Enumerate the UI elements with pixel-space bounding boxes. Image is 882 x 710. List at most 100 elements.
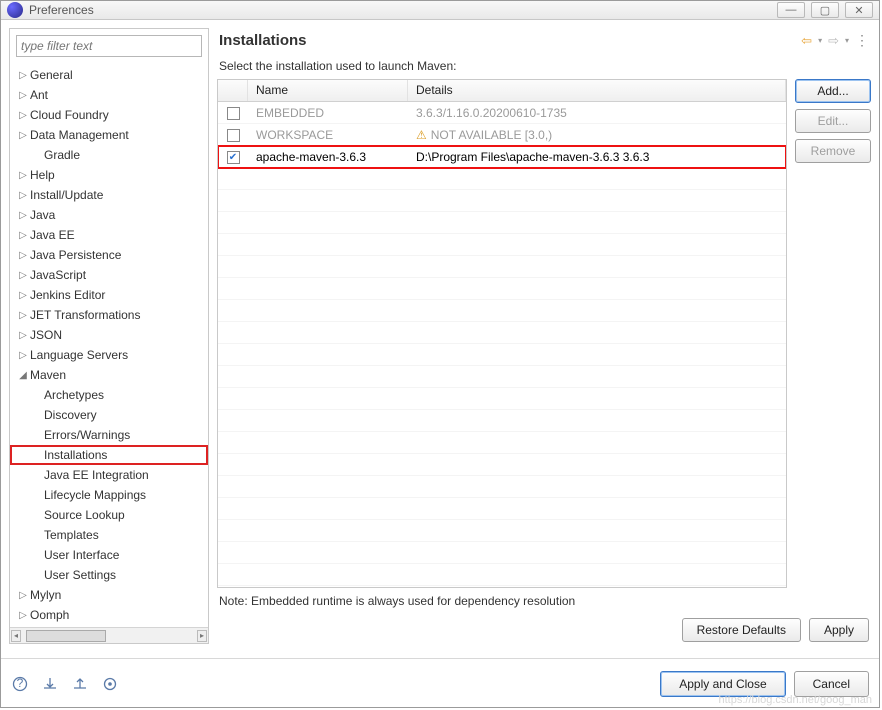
tree-item-label: General — [30, 68, 73, 82]
preferences-tree[interactable]: ▷General▷Ant▷Cloud Foundry▷Data Manageme… — [10, 63, 208, 627]
tree-item-label: Install/Update — [30, 188, 103, 202]
tree-child-item[interactable]: Templates — [10, 525, 208, 545]
page-title: Installations — [219, 32, 801, 49]
expand-icon[interactable]: ▷ — [16, 210, 30, 221]
import-icon[interactable] — [41, 675, 59, 693]
tree-child-item[interactable]: Errors/Warnings — [10, 425, 208, 445]
installations-table: Name Details EMBEDDED3.6.3/1.16.0.202006… — [217, 79, 787, 588]
tree-item[interactable]: ▷Ant — [10, 85, 208, 105]
tree-item[interactable]: ▷Mylyn — [10, 585, 208, 605]
row-checkbox[interactable] — [227, 129, 240, 142]
tree-child-item[interactable]: Lifecycle Mappings — [10, 485, 208, 505]
menu-icon[interactable]: ⋮ — [855, 32, 869, 49]
tree-item-label: User Interface — [44, 548, 119, 562]
collapse-icon[interactable]: ◢ — [16, 370, 30, 381]
row-name: WORKSPACE — [248, 128, 408, 142]
tree-child-item[interactable]: Discovery — [10, 405, 208, 425]
column-name[interactable]: Name — [248, 80, 408, 101]
tree-item[interactable]: ▷Language Servers — [10, 345, 208, 365]
row-details: 3.6.3/1.16.0.20200610-1735 — [408, 106, 786, 120]
row-name: EMBEDDED — [248, 106, 408, 120]
note-text: Note: Embedded runtime is always used fo… — [217, 588, 871, 614]
apply-button[interactable]: Apply — [809, 618, 869, 642]
row-checkbox[interactable]: ✔ — [227, 151, 240, 164]
tree-item[interactable]: ▷JSON — [10, 325, 208, 345]
tree-item-label: Help — [30, 168, 55, 182]
maximize-button[interactable]: ▢ — [811, 2, 839, 18]
expand-icon[interactable]: ▷ — [16, 130, 30, 141]
tree-item[interactable]: ▷JavaScript — [10, 265, 208, 285]
tree-child-item[interactable]: User Interface — [10, 545, 208, 565]
expand-icon[interactable]: ▷ — [16, 310, 30, 321]
remove-button[interactable]: Remove — [795, 139, 871, 163]
expand-icon[interactable]: ▷ — [16, 90, 30, 101]
tree-item-label: JET Transformations — [30, 308, 140, 322]
apply-and-close-button[interactable]: Apply and Close — [660, 671, 785, 697]
tree-item[interactable]: ▷Java — [10, 205, 208, 225]
tree-item-label: JavaScript — [30, 268, 86, 282]
tree-item[interactable]: ▷Data Management — [10, 125, 208, 145]
tree-item[interactable]: ▷Java EE — [10, 225, 208, 245]
tree-child-item[interactable]: User Settings — [10, 565, 208, 585]
table-row[interactable]: ✔apache-maven-3.6.3D:\Program Files\apac… — [218, 146, 786, 168]
tree-item-label: User Settings — [44, 568, 116, 582]
window-title: Preferences — [29, 3, 777, 17]
tree-item-label: Java Persistence — [30, 248, 121, 262]
expand-icon[interactable]: ▷ — [16, 350, 30, 361]
svg-text:?: ? — [17, 676, 24, 690]
tree-child-item[interactable]: Archetypes — [10, 385, 208, 405]
expand-icon[interactable]: ▷ — [16, 190, 30, 201]
column-checkbox[interactable] — [218, 80, 248, 101]
expand-icon[interactable]: ▷ — [16, 170, 30, 181]
tree-item-label: Mylyn — [30, 588, 61, 602]
nav-back-icon[interactable]: ⇦ — [801, 33, 812, 49]
restore-defaults-button[interactable]: Restore Defaults — [682, 618, 801, 642]
tree-item-label: JSON — [30, 328, 62, 342]
tree-item[interactable]: ▷Cloud Foundry — [10, 105, 208, 125]
tree-child-item[interactable]: Java EE Integration — [10, 465, 208, 485]
tree-item[interactable]: ▷General — [10, 65, 208, 85]
tree-item-label: Maven — [30, 368, 66, 382]
tree-item[interactable]: ▷JET Transformations — [10, 305, 208, 325]
close-button[interactable]: ✕ — [845, 2, 873, 18]
table-row[interactable]: WORKSPACE⚠NOT AVAILABLE [3.0,) — [218, 124, 786, 146]
tree-item[interactable]: ▷Jenkins Editor — [10, 285, 208, 305]
expand-icon[interactable]: ▷ — [16, 70, 30, 81]
edit-button[interactable]: Edit... — [795, 109, 871, 133]
minimize-button[interactable]: — — [777, 2, 805, 18]
cancel-button[interactable]: Cancel — [794, 671, 869, 697]
nav-forward-icon[interactable]: ⇨ — [828, 33, 839, 49]
export-icon[interactable] — [71, 675, 89, 693]
target-icon[interactable] — [101, 675, 119, 693]
help-icon[interactable]: ? — [11, 675, 29, 693]
tree-item[interactable]: ▷Install/Update — [10, 185, 208, 205]
expand-icon[interactable]: ▷ — [16, 110, 30, 121]
table-row[interactable]: EMBEDDED3.6.3/1.16.0.20200610-1735 — [218, 102, 786, 124]
tree-child-item[interactable]: Gradle — [10, 145, 208, 165]
tree-item[interactable]: ▷Oomph — [10, 605, 208, 625]
row-checkbox[interactable] — [227, 107, 240, 120]
column-details[interactable]: Details — [408, 80, 786, 101]
expand-icon[interactable]: ▷ — [16, 230, 30, 241]
expand-icon[interactable]: ▷ — [16, 610, 30, 621]
tree-item-label: Jenkins Editor — [30, 288, 105, 302]
expand-icon[interactable]: ▷ — [16, 270, 30, 281]
row-details: D:\Program Files\apache-maven-3.6.3 3.6.… — [408, 150, 786, 164]
tree-item[interactable]: ▷Help — [10, 165, 208, 185]
add-button[interactable]: Add... — [795, 79, 871, 103]
tree-item[interactable]: ▷Java Persistence — [10, 245, 208, 265]
filter-input[interactable] — [16, 35, 202, 57]
expand-icon[interactable]: ▷ — [16, 330, 30, 341]
tree-item-label: Installations — [44, 448, 107, 462]
scrollbar-thumb[interactable] — [26, 630, 106, 642]
tree-item[interactable]: ◢Maven — [10, 365, 208, 385]
tree-child-item[interactable]: Installations — [10, 445, 208, 465]
tree-item-label: Java — [30, 208, 55, 222]
horizontal-scrollbar[interactable]: ◂ ▸ — [10, 627, 208, 643]
expand-icon[interactable]: ▷ — [16, 590, 30, 601]
expand-icon[interactable]: ▷ — [16, 290, 30, 301]
preferences-sidebar: ▷General▷Ant▷Cloud Foundry▷Data Manageme… — [9, 28, 209, 644]
expand-icon[interactable]: ▷ — [16, 250, 30, 261]
page-description: Select the installation used to launch M… — [217, 57, 871, 79]
tree-child-item[interactable]: Source Lookup — [10, 505, 208, 525]
